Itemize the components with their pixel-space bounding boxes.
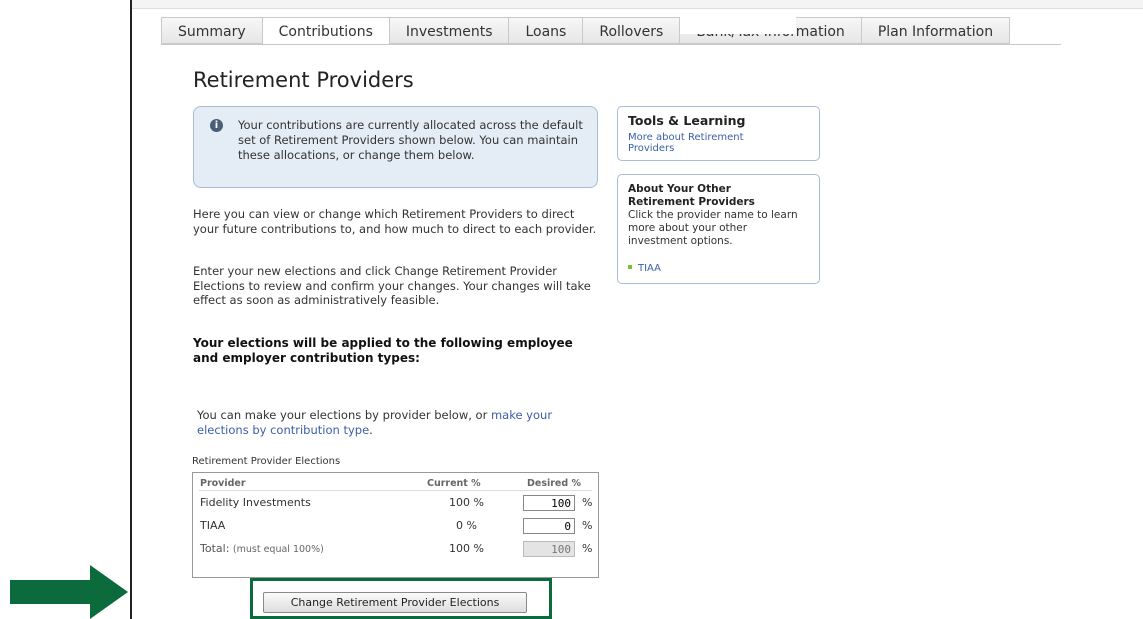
total-note: (must equal 100%) [232,544,324,555]
header-desired: Desired % [527,478,581,489]
elections-heading: Your elections will be applied to the fo… [193,336,573,365]
tabs-underline [161,44,1061,45]
intro-text: Here you can view or change which Retire… [193,207,597,236]
tab-rollovers[interactable]: Rollovers [582,17,680,44]
info-message-box: i Your contributions are currently alloc… [193,106,598,188]
instructions-text: Enter your new elections and click Chang… [193,264,591,307]
header-current: Current % [427,478,481,489]
tab-summary[interactable]: Summary [161,17,262,44]
right-arrow-icon [10,565,128,619]
row-provider-name: TIAA [200,519,226,532]
change-provider-elections-button[interactable]: Change Retirement Provider Elections [263,592,527,613]
more-about-providers-link[interactable]: More about Retirement Providers [628,132,788,154]
tab-bar: Summary Contributions Investments Loans … [161,17,1011,46]
table-caption: Retirement Provider Elections [192,456,341,467]
info-icon: i [210,119,223,132]
total-label-text: Total: [200,542,230,555]
pct-unit: % [582,542,593,555]
header-divider [199,490,592,491]
header-provider: Provider [200,478,246,489]
row-provider-name: Fidelity Investments [200,496,311,509]
other-providers-title: About Your Other Retirement Providers [628,183,755,208]
row-current-pct: 0 % [456,519,477,532]
tab-loans[interactable]: Loans [508,17,583,44]
top-strip [132,0,1143,9]
pct-unit: % [582,519,593,532]
tiaa-provider-link[interactable]: TIAA [638,263,661,274]
desired-pct-input-fidelity[interactable] [523,495,575,511]
bullet-icon [628,264,632,269]
info-message-text: Your contributions are currently allocat… [238,118,583,162]
tab-investments[interactable]: Investments [388,17,509,44]
provider-link-item: TIAA [628,256,809,275]
desired-pct-input-tiaa[interactable] [523,518,575,534]
tools-title: Tools & Learning [628,113,746,128]
total-label: Total: (must equal 100%) [200,542,324,555]
tab-plan-information[interactable]: Plan Information [860,17,1011,44]
total-desired-pct-field [523,541,575,557]
tools-learning-box: Tools & Learning More about Retirement P… [617,106,820,161]
row-current-pct: 100 % [449,496,484,509]
other-providers-body: Click the provider name to learn more ab… [628,209,798,247]
total-current-pct: 100 % [449,542,484,555]
elections-note-suffix: . [369,422,373,437]
elections-note: You can make your elections by provider … [197,408,597,437]
pct-unit: % [582,496,593,509]
elections-note-prefix: You can make your elections by provider … [197,408,491,422]
page-title: Retirement Providers [193,68,414,92]
other-providers-box: About Your Other Retirement Providers Cl… [617,174,820,284]
provider-elections-table: Provider Current % Desired % Fidelity In… [192,472,599,578]
redaction-box [680,12,796,34]
tab-contributions[interactable]: Contributions [261,17,389,46]
